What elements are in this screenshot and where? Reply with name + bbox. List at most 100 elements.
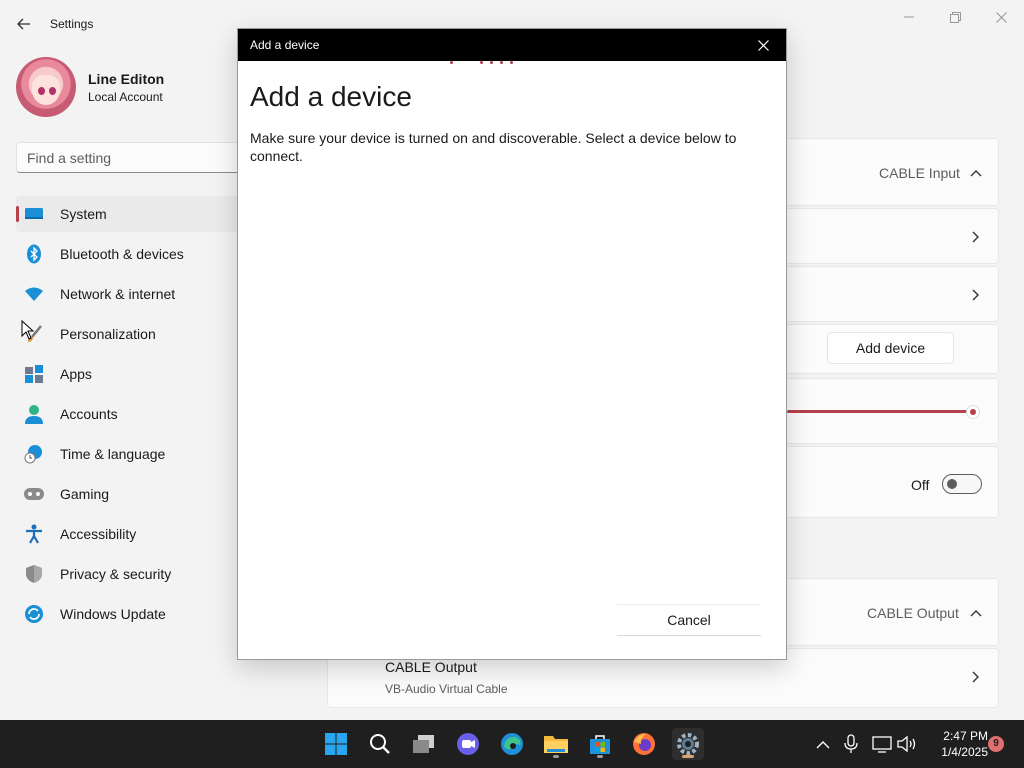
chevron-right-icon xyxy=(968,287,984,303)
clock-time: 2:47 PM xyxy=(943,729,988,743)
accessibility-icon xyxy=(24,524,44,544)
volume-slider-thumb[interactable] xyxy=(966,405,980,419)
toggle-switch[interactable] xyxy=(942,474,982,494)
gear-icon xyxy=(677,733,699,755)
chevron-right-icon xyxy=(968,229,984,245)
sidebar-item-label: Apps xyxy=(60,366,92,382)
user-profile[interactable]: Line Editon Local Account xyxy=(16,57,164,117)
volume-slider-track[interactable] xyxy=(787,410,973,413)
globe-clock-icon xyxy=(24,444,44,464)
gamepad-icon xyxy=(24,484,44,504)
avatar xyxy=(16,57,76,117)
chevron-up-icon xyxy=(968,605,984,621)
sidebar-item-bluetooth[interactable]: Bluetooth & devices xyxy=(16,236,240,272)
close-icon xyxy=(995,11,1007,23)
sidebar-item-label: Gaming xyxy=(60,486,110,502)
add-device-button[interactable]: Add device xyxy=(827,332,954,364)
microphone-icon xyxy=(844,734,858,753)
running-indicator xyxy=(553,755,559,758)
sidebar-item-label: Personalization xyxy=(60,326,156,342)
person-icon xyxy=(24,404,44,424)
dialog-window-title: Add a device xyxy=(250,38,320,52)
output-device-value: CABLE Output xyxy=(867,605,959,621)
sidebar-item-label: Accounts xyxy=(60,406,118,422)
task-view-button[interactable] xyxy=(408,728,440,760)
sidebar-item-personalization[interactable]: Personalization xyxy=(16,316,240,352)
sidebar-item-system[interactable]: System xyxy=(16,196,240,232)
edge-button[interactable] xyxy=(496,728,528,760)
wifi-icon xyxy=(24,284,44,304)
microphone-tray-button[interactable] xyxy=(841,734,861,754)
chevron-up-icon xyxy=(968,165,984,181)
start-button[interactable] xyxy=(320,728,352,760)
cancel-button[interactable]: Cancel xyxy=(617,604,761,636)
show-hidden-icons-button[interactable] xyxy=(813,734,833,754)
sidebar-item-label: Privacy & security xyxy=(60,566,172,582)
minimize-icon xyxy=(904,16,914,18)
clock-date: 1/4/2025 xyxy=(941,745,988,759)
search-icon xyxy=(370,734,390,754)
volume-tray-button[interactable] xyxy=(897,734,917,754)
network-tray-button[interactable] xyxy=(872,734,892,754)
close-button[interactable] xyxy=(979,6,1023,28)
sidebar-item-label: Time & language xyxy=(60,446,166,462)
firefox-icon xyxy=(633,733,655,755)
bluetooth-icon xyxy=(24,244,44,264)
taskbar xyxy=(0,720,1024,768)
notification-badge[interactable]: 9 xyxy=(988,736,1004,752)
toggle-state-label: Off xyxy=(911,477,930,493)
monitor-icon xyxy=(24,204,44,224)
account-type: Local Account xyxy=(88,89,163,104)
shield-icon xyxy=(24,564,44,584)
active-indicator xyxy=(682,755,694,758)
sidebar-item-accessibility[interactable]: Accessibility xyxy=(16,516,240,552)
update-icon xyxy=(24,604,44,624)
back-button[interactable] xyxy=(12,12,36,36)
task-view-icon xyxy=(413,735,434,753)
sidebar-item-privacy[interactable]: Privacy & security xyxy=(16,556,240,592)
sidebar-item-label: Network & internet xyxy=(60,286,176,302)
sidebar-item-windows-update[interactable]: Windows Update xyxy=(16,596,240,632)
sidebar-item-apps[interactable]: Apps xyxy=(16,356,240,392)
speaker-icon xyxy=(897,735,916,753)
edge-icon xyxy=(501,733,523,755)
file-explorer-button[interactable] xyxy=(540,728,572,760)
dialog-description: Make sure your device is turned on and d… xyxy=(250,130,737,164)
dialog-heading: Add a device xyxy=(250,81,412,112)
minimize-button[interactable] xyxy=(887,6,931,28)
add-device-dialog: Add a device Add a device Make sure your… xyxy=(237,28,787,660)
user-name: Line Editon xyxy=(88,70,165,87)
chevron-right-icon xyxy=(968,669,984,685)
search-input[interactable]: Find a setting xyxy=(16,142,256,173)
taskbar-clock[interactable]: 2:47 PM 1/4/2025 xyxy=(928,728,988,760)
app-title: Settings xyxy=(50,17,94,31)
sidebar-item-label: Accessibility xyxy=(60,526,137,542)
folder-icon xyxy=(544,736,568,753)
sidebar-item-time-language[interactable]: Time & language xyxy=(16,436,240,472)
settings-button[interactable] xyxy=(672,728,704,760)
sidebar-item-accounts[interactable]: Accounts xyxy=(16,396,240,432)
firefox-button[interactable] xyxy=(628,728,660,760)
apps-icon xyxy=(24,364,44,384)
chat-button[interactable] xyxy=(452,728,484,760)
chevron-up-icon xyxy=(816,740,830,748)
input-device-value: CABLE Input xyxy=(879,165,960,181)
sidebar-nav: System Bluetooth & devices Network & int… xyxy=(16,196,240,636)
dialog-title-bar: Add a device xyxy=(238,29,786,61)
sidebar-item-network[interactable]: Network & internet xyxy=(16,276,240,312)
output-device-name: CABLE Output xyxy=(385,659,477,675)
output-device-desc: VB-Audio Virtual Cable xyxy=(385,682,508,696)
sidebar-item-label: System xyxy=(60,206,107,222)
mouse-cursor-icon xyxy=(21,320,35,340)
search-button[interactable] xyxy=(364,728,396,760)
store-button[interactable] xyxy=(584,728,616,760)
sidebar-item-gaming[interactable]: Gaming xyxy=(16,476,240,512)
running-indicator xyxy=(597,755,603,758)
restore-icon xyxy=(949,11,961,23)
dialog-close-button[interactable] xyxy=(740,29,786,61)
store-icon xyxy=(590,735,610,754)
maximize-button[interactable] xyxy=(933,6,977,28)
chat-icon xyxy=(457,733,479,755)
sidebar-item-label: Bluetooth & devices xyxy=(60,246,184,262)
sidebar-item-label: Windows Update xyxy=(60,606,166,622)
